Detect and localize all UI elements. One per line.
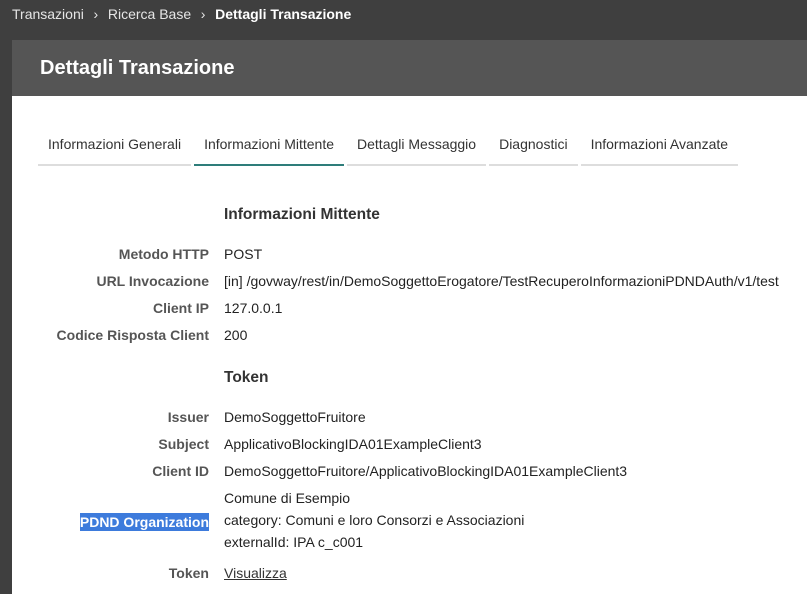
field-label: Subject <box>158 436 209 452</box>
section-title-token: Token <box>224 369 269 386</box>
field-label: Token <box>168 565 209 581</box>
tab-bar: Informazioni Generali Informazioni Mitte… <box>38 124 741 166</box>
breadcrumb: Transazioni › Ricerca Base › Dettagli Tr… <box>12 0 351 28</box>
breadcrumb-transazioni[interactable]: Transazioni <box>12 6 84 22</box>
field-value: DemoSoggettoFruitore <box>224 409 366 425</box>
field-label: URL Invocazione <box>96 273 209 289</box>
tab-diagnostici[interactable]: Diagnostici <box>489 124 578 166</box>
pdnd-line-name: Comune di Esempio <box>224 490 351 506</box>
field-value: Comune di Esempio category: Comuni e lor… <box>224 490 524 556</box>
tab-informazioni-avanzate[interactable]: Informazioni Avanzate <box>580 124 739 166</box>
detail-panel: Dettagli Transazione Informazioni Genera… <box>12 40 807 594</box>
field-label: Codice Risposta Client <box>56 327 209 343</box>
visualizza-token-link[interactable]: Visualizza <box>224 565 287 581</box>
field-label-selected[interactable]: PDND Organization <box>79 513 209 531</box>
field-label: Client IP <box>152 300 209 316</box>
breadcrumb-ricerca-base[interactable]: Ricerca Base <box>108 6 191 22</box>
pdnd-line-category: category: Comuni e loro Consorzi e Assoc… <box>224 512 525 528</box>
chevron-right-icon: › <box>93 6 99 22</box>
breadcrumb-current: Dettagli Transazione <box>215 6 352 22</box>
tab-dettagli-messaggio[interactable]: Dettagli Messaggio <box>347 124 487 166</box>
field-value: [in] /govway/rest/in/DemoSoggettoErogato… <box>224 273 779 289</box>
section-title-mittente: Informazioni Mittente <box>224 206 380 223</box>
field-label: Client ID <box>152 463 209 479</box>
field-value: 127.0.0.1 <box>224 300 283 316</box>
field-label: Metodo HTTP <box>118 246 209 262</box>
pdnd-line-external-id: externalId: IPA c_c001 <box>224 534 364 550</box>
field-label: Issuer <box>167 409 209 425</box>
tab-informazioni-mittente[interactable]: Informazioni Mittente <box>194 124 345 166</box>
field-value: ApplicativoBlockingIDA01ExampleClient3 <box>224 436 482 452</box>
field-value: DemoSoggettoFruitore/ApplicativoBlocking… <box>224 463 628 479</box>
field-value: POST <box>224 246 263 262</box>
tab-informazioni-generali[interactable]: Informazioni Generali <box>38 124 192 166</box>
field-value: 200 <box>224 327 248 343</box>
chevron-right-icon: › <box>200 6 206 22</box>
page-title: Dettagli Transazione <box>12 40 807 96</box>
